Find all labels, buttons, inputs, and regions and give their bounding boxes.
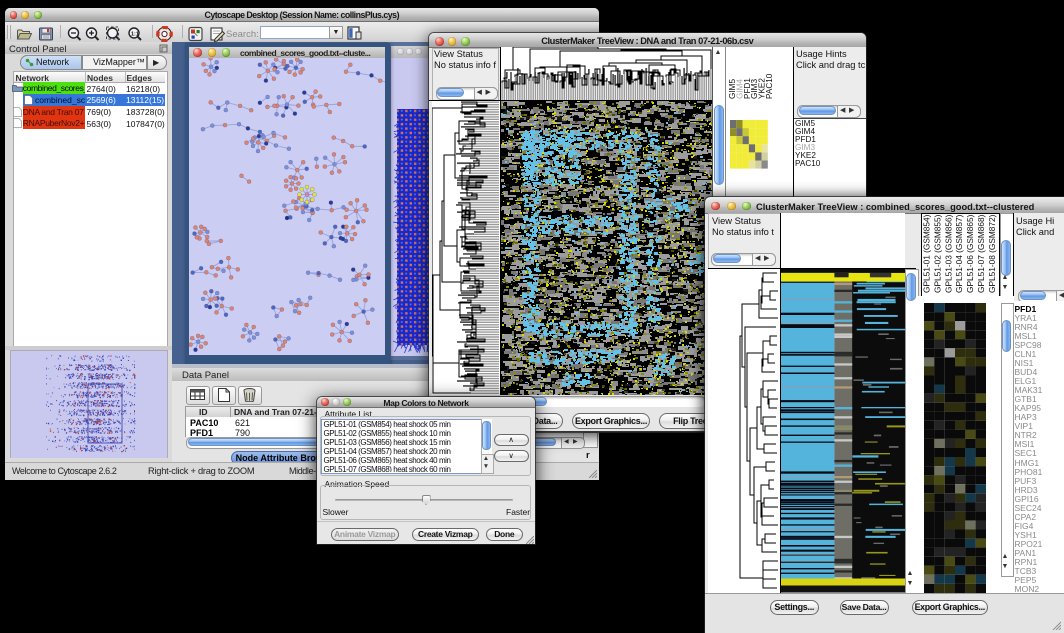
svg-text:GPL51-06 (GSM865): GPL51-06 (GSM865) xyxy=(965,214,975,293)
svg-text:GPL51-02 (GSM855): GPL51-02 (GSM855) xyxy=(932,214,942,293)
svg-text:GPL51-08 (GSM872): GPL51-08 (GSM872) xyxy=(986,214,996,293)
svg-text:GPL51-01 (GSM854): GPL51-01 (GSM854) xyxy=(921,214,931,293)
svg-text:GPL51-04 (GSM857): GPL51-04 (GSM857) xyxy=(954,214,964,293)
svg-text:GPL51-07 (GSM868): GPL51-07 (GSM868) xyxy=(976,214,986,293)
svg-text:1:1: 1:1 xyxy=(131,31,139,37)
svg-text:GPL51-03 (GSM856): GPL51-03 (GSM856) xyxy=(943,214,953,293)
svg-text:PAC10: PAC10 xyxy=(765,73,774,99)
